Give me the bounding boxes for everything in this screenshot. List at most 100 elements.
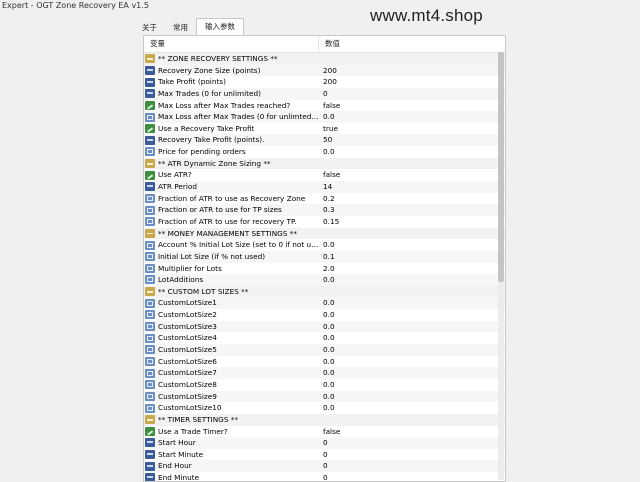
parameter-row[interactable]: Price for pending orders 0.0 [144,146,505,158]
parameter-name-cell: End Minute [144,472,319,481]
parameter-value[interactable]: 0.3 [319,204,335,216]
tab-common[interactable]: 常用 [165,21,196,35]
parameter-name-cell: Recovery Zone Size (points) [144,65,319,77]
parameter-row[interactable]: Fraction of ATR to use as Recovery Zone 0… [144,193,505,205]
parameter-name-cell: ** MONEY MANAGEMENT SETTINGS ** [144,228,319,240]
parameter-value[interactable]: 0 [319,472,328,481]
column-header-value[interactable]: 数值 [319,36,340,52]
parameter-row[interactable]: CustomLotSize9 0.0 [144,390,505,403]
parameter-value[interactable]: 0.0 [319,297,335,309]
parameter-name-cell: Fraction of ATR to use as Recovery Zone [144,193,319,205]
parameter-value[interactable]: false [319,169,340,181]
parameter-row[interactable]: Recovery Zone Size (points) 200 [144,64,505,77]
parameter-row[interactable]: Use a Trade Timer? false [144,426,505,438]
parameter-value[interactable]: 0.2 [319,193,335,205]
parameter-value[interactable]: 0 [319,437,328,449]
parameter-row[interactable]: Use a Recovery Take Profit true [144,123,505,135]
parameter-value[interactable]: 0 [319,460,328,472]
parameter-value[interactable]: false [319,100,340,112]
double-icon [145,217,155,227]
parameter-row[interactable]: CustomLotSize6 0.0 [144,356,505,368]
parameter-name-cell: Recovery Take Profit (points). [144,134,319,146]
parameter-row[interactable]: ATR Period 14 [144,181,505,193]
parameter-name: Max Loss after Max Trades reached? [158,100,291,110]
vertical-scrollbar[interactable] [498,52,504,480]
parameter-name-cell: CustomLotSize5 [144,344,319,356]
parameter-value[interactable]: 0.0 [319,146,335,158]
parameter-row[interactable]: Fraction of ATR to use for recovery TP. 0… [144,216,505,228]
parameter-name: Use ATR? [158,170,192,180]
parameter-row[interactable]: Multiplier for Lots 2.0 [144,263,505,275]
parameter-row[interactable]: CustomLotSize10 0.0 [144,402,505,414]
parameter-row[interactable]: End Minute 0 [144,472,505,481]
parameter-value[interactable]: 0.0 [319,274,335,286]
tab-about[interactable]: 关于 [134,21,165,35]
double-icon [145,310,155,320]
parameter-row[interactable]: Take Profit (points) 200 [144,76,505,88]
parameter-row[interactable]: CustomLotSize3 0.0 [144,320,505,333]
parameter-value[interactable]: 0.0 [319,379,335,391]
parameter-row[interactable]: CustomLotSize5 0.0 [144,344,505,356]
parameter-row[interactable]: CustomLotSize7 0.0 [144,367,505,379]
scrollbar-thumb[interactable] [498,52,504,282]
parameter-row[interactable]: Start Hour 0 [144,437,505,449]
section-icon [145,287,155,297]
parameter-value[interactable]: 0.0 [319,402,335,414]
parameter-row[interactable]: Max Trades (0 for unlimited) 0 [144,87,505,100]
parameter-value[interactable]: 50 [319,134,332,146]
parameter-name: ** CUSTOM LOT SIZES ** [158,286,249,296]
parameter-name-cell: Max Loss after Max Trades (0 for unlimte… [144,111,319,123]
parameter-row[interactable]: CustomLotSize2 0.0 [144,309,505,321]
parameter-value[interactable]: 0 [319,449,328,461]
parameter-row[interactable]: CustomLotSize8 0.0 [144,379,505,391]
double-icon [145,391,155,401]
parameter-value[interactable]: 0.15 [319,216,339,228]
parameter-row[interactable]: CustomLotSize1 0.0 [144,297,505,310]
parameter-value[interactable]: 0.0 [319,309,335,321]
parameter-value[interactable]: 0.1 [319,251,335,263]
parameter-value[interactable]: 14 [319,181,332,193]
parameter-row[interactable]: Recovery Take Profit (points). 50 [144,134,505,147]
section-row[interactable]: ** MONEY MANAGEMENT SETTINGS ** [144,227,505,240]
parameter-name: CustomLotSize6 [158,356,217,366]
parameter-row[interactable]: Max Loss after Max Trades (0 for unlimte… [144,111,505,123]
tab-inputs[interactable]: 输入参数 [196,18,244,35]
parameter-row[interactable]: Fraction or ATR to use for TP sizes 0.3 [144,204,505,216]
parameter-value[interactable]: 200 [319,76,337,88]
parameter-value[interactable]: 0.0 [319,391,335,403]
parameter-row[interactable]: Initial Lot Size (if % not used) 0.1 [144,250,505,263]
parameter-row[interactable]: End Hour 0 [144,460,505,473]
parameter-value[interactable]: 200 [319,65,337,77]
parameter-row[interactable]: LotAdditions 0.0 [144,274,505,286]
parameter-row[interactable]: CustomLotSize4 0.0 [144,332,505,344]
parameter-value[interactable]: 0.0 [319,367,335,379]
parameter-value[interactable]: true [319,123,338,135]
boolean-icon [145,100,155,110]
parameter-value[interactable]: 0.0 [319,356,335,368]
parameter-value[interactable]: 0.0 [319,344,335,356]
parameter-row[interactable]: Use ATR? false [144,169,505,181]
parameter-value[interactable]: 0 [319,88,328,100]
parameter-name-cell: Use a Recovery Take Profit [144,123,319,135]
boolean-icon [145,124,155,134]
parameter-value[interactable]: 2.0 [319,263,335,275]
parameter-name: Max Trades (0 for unlimited) [158,88,261,98]
parameter-name-cell: ** TIMER SETTINGS ** [144,414,319,426]
parameter-value[interactable]: 0.0 [319,321,335,333]
section-row[interactable]: ** ATR Dynamic Zone Sizing ** [144,157,505,170]
parameter-value[interactable]: 0.0 [319,332,335,344]
parameter-row[interactable]: Account % Initial Lot Size (set to 0 if … [144,239,505,251]
parameter-row[interactable]: Start Minute 0 [144,449,505,461]
parameter-name: ** ATR Dynamic Zone Sizing ** [158,158,271,168]
parameter-value[interactable]: 0.0 [319,239,335,251]
section-row[interactable]: ** TIMER SETTINGS ** [144,413,505,426]
column-header-variable[interactable]: 变量 [144,36,319,52]
parameter-value[interactable]: 0.0 [319,111,335,123]
section-row[interactable]: ** CUSTOM LOT SIZES ** [144,285,505,298]
window-title: Expert - OGT Zone Recovery EA v1.5 [2,1,149,10]
parameter-value[interactable]: false [319,426,340,438]
section-row[interactable]: ** ZONE RECOVERY SETTINGS ** [144,53,505,65]
parameter-name-cell: Fraction of ATR to use for recovery TP. [144,216,319,228]
parameter-value [319,414,323,426]
parameter-row[interactable]: Max Loss after Max Trades reached? false [144,100,505,112]
